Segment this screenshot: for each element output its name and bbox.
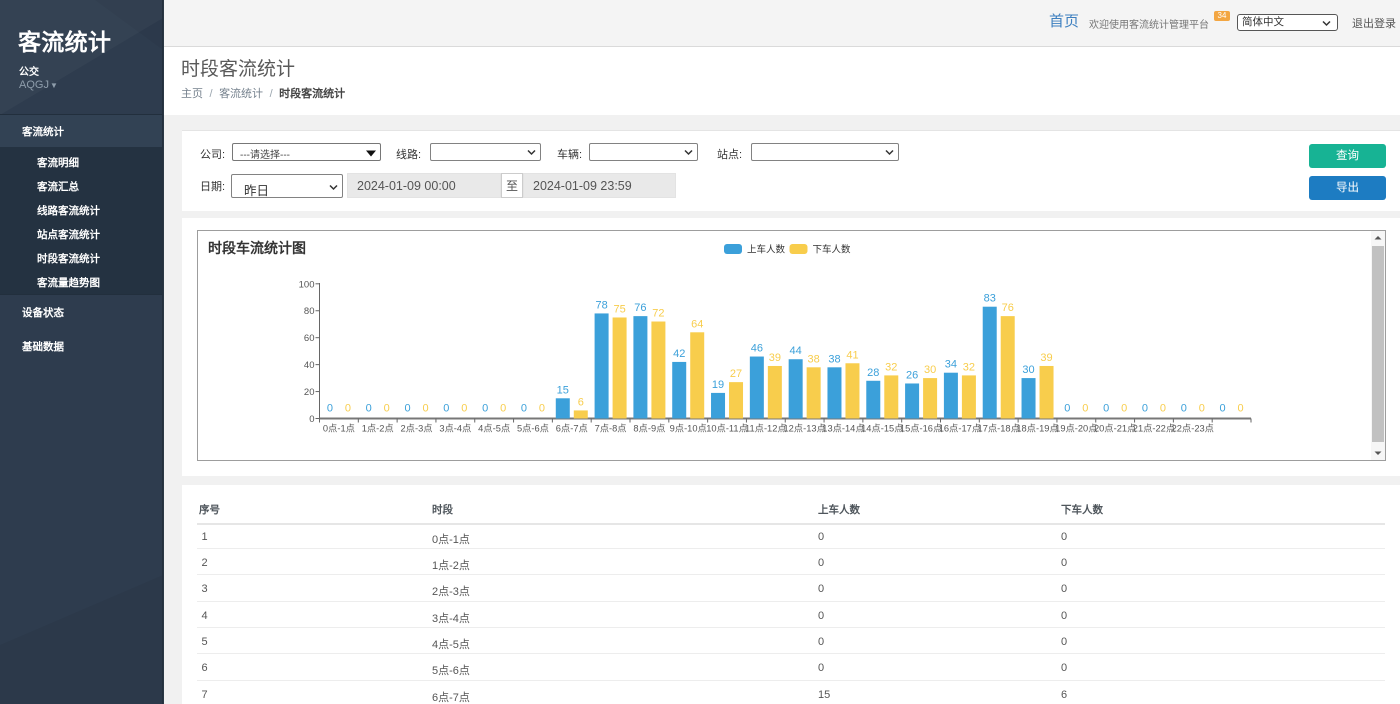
svg-text:6: 6 [578,396,584,408]
svg-text:78: 78 [595,299,607,311]
svg-text:7点-8点: 7点-8点 [595,424,627,434]
svg-text:8点-9点: 8点-9点 [633,424,665,434]
svg-text:0: 0 [1064,403,1070,415]
svg-text:0: 0 [500,403,506,415]
svg-text:83: 83 [984,293,996,305]
svg-text:10点-11点: 10点-11点 [706,424,748,434]
svg-text:60: 60 [304,333,315,344]
svg-text:20点-21点: 20点-21点 [1094,424,1136,434]
svg-text:30: 30 [924,364,936,376]
svg-text:21点-22点: 21点-22点 [1133,424,1175,434]
svg-text:4点-5点: 4点-5点 [478,424,510,434]
svg-text:39: 39 [1040,352,1052,364]
svg-text:0: 0 [384,403,390,415]
svg-text:46: 46 [751,343,763,355]
svg-text:0: 0 [366,403,372,415]
svg-text:0: 0 [1103,403,1109,415]
svg-text:34: 34 [945,359,957,371]
svg-text:9点-10点: 9点-10点 [670,424,707,434]
svg-text:80: 80 [304,306,315,317]
svg-text:0: 0 [1238,403,1244,415]
svg-text:下车人数: 下车人数 [813,244,852,256]
svg-text:2点-3点: 2点-3点 [401,424,433,434]
svg-text:0: 0 [1142,403,1148,415]
svg-text:30: 30 [1022,364,1034,376]
svg-text:0: 0 [539,403,545,415]
svg-text:13点-14点: 13点-14点 [822,424,864,434]
svg-text:0: 0 [309,414,314,425]
svg-text:40: 40 [304,360,315,371]
svg-text:0点-1点: 0点-1点 [323,424,355,434]
svg-text:0: 0 [1160,403,1166,415]
svg-text:12点-13点: 12点-13点 [783,424,825,434]
svg-text:0: 0 [1199,403,1205,415]
svg-text:6点-7点: 6点-7点 [556,424,588,434]
svg-text:15: 15 [557,384,569,396]
svg-text:32: 32 [963,361,975,373]
svg-text:0: 0 [1181,403,1187,415]
svg-text:18点-19点: 18点-19点 [1016,424,1058,434]
svg-text:3点-4点: 3点-4点 [439,424,471,434]
svg-text:22点-23点: 22点-23点 [1172,424,1214,434]
svg-text:75: 75 [613,303,625,315]
svg-text:42: 42 [673,348,685,360]
svg-text:11点-12点: 11点-12点 [745,424,787,434]
svg-text:76: 76 [1002,302,1014,314]
svg-text:0: 0 [1121,403,1127,415]
svg-text:26: 26 [906,369,918,381]
svg-text:0: 0 [482,403,488,415]
svg-text:32: 32 [885,361,897,373]
svg-text:38: 38 [808,353,820,365]
svg-text:0: 0 [1082,403,1088,415]
svg-text:28: 28 [867,367,879,379]
svg-text:17点-18点: 17点-18点 [978,424,1020,434]
svg-text:64: 64 [691,318,703,330]
svg-text:0: 0 [345,403,351,415]
svg-text:41: 41 [846,349,858,361]
svg-text:100: 100 [299,279,315,290]
svg-text:0: 0 [521,403,527,415]
svg-text:1点-2点: 1点-2点 [362,424,394,434]
svg-text:39: 39 [769,352,781,364]
svg-text:0: 0 [422,403,428,415]
svg-text:27: 27 [730,368,742,380]
svg-text:76: 76 [634,302,646,314]
svg-text:14点-15点: 14点-15点 [861,424,903,434]
svg-text:上车人数: 上车人数 [747,244,786,256]
svg-text:16点-17点: 16点-17点 [939,424,981,434]
svg-text:0: 0 [404,403,410,415]
svg-text:0: 0 [461,403,467,415]
svg-text:44: 44 [790,345,802,357]
svg-text:20: 20 [304,387,315,398]
svg-text:19: 19 [712,379,724,391]
svg-text:0: 0 [443,403,449,415]
svg-text:15点-16点: 15点-16点 [900,424,942,434]
svg-text:0: 0 [327,403,333,415]
svg-text:72: 72 [652,308,664,320]
svg-text:38: 38 [828,353,840,365]
svg-text:5点-6点: 5点-6点 [517,424,549,434]
svg-text:19点-20点: 19点-20点 [1055,424,1097,434]
svg-text:0: 0 [1220,403,1226,415]
